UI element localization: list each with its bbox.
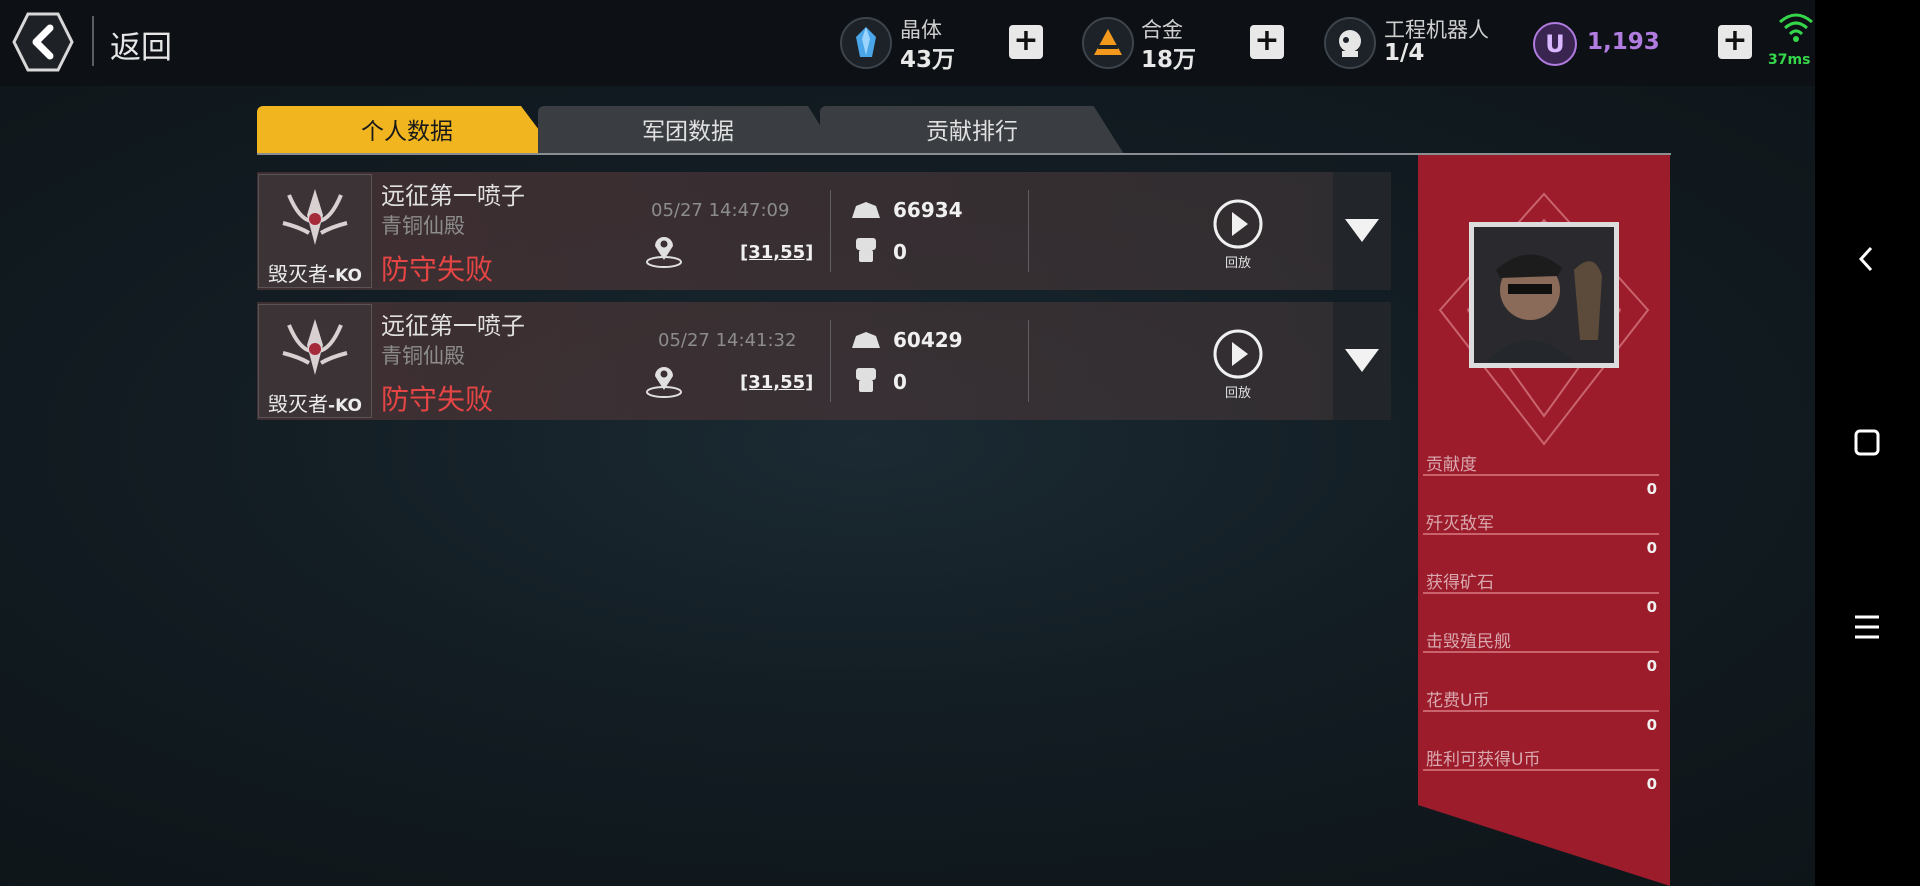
expand-dropdown-button[interactable] — [1333, 172, 1391, 290]
coordinate-link[interactable]: [31,55] — [740, 372, 813, 393]
unit-badge: 毁灭者-KO — [258, 304, 372, 418]
coordinate-link[interactable]: [31,55] — [740, 242, 813, 263]
replay-button[interactable] — [1212, 328, 1264, 384]
location-name: 青铜仙殿 — [381, 344, 465, 368]
wifi-icon — [1778, 12, 1814, 48]
triangle-down-icon — [1345, 219, 1379, 242]
replay-label: 回放 — [1224, 386, 1251, 401]
battle-result: 防守失败 — [381, 383, 494, 416]
stat-value: 0 — [1646, 598, 1657, 616]
stat-label: 获得矿石 — [1426, 573, 1494, 593]
stat-divider — [1423, 474, 1659, 476]
stat-value: 0 — [1646, 480, 1657, 498]
divider — [1028, 190, 1029, 272]
location-pin-icon — [645, 364, 683, 402]
battle-result: 防守失败 — [381, 253, 494, 286]
player-name: 远征第一喷子 — [381, 312, 525, 340]
tab-personal-data[interactable]: 个人数据 — [257, 106, 557, 154]
stat-divider — [1423, 651, 1659, 653]
stat-divider — [1423, 592, 1659, 594]
battle-time: 05/27 14:47:09 — [651, 200, 790, 221]
divider — [830, 320, 831, 402]
system-menu-button[interactable] — [1849, 612, 1885, 646]
square-icon — [1854, 429, 1880, 456]
location-name: 青铜仙殿 — [381, 214, 465, 238]
unit-badge: 毁灭者-KO — [258, 174, 372, 288]
fist-icon — [853, 364, 879, 398]
system-nav-bar — [1815, 0, 1920, 886]
resource-value: 18万 — [1141, 47, 1197, 73]
resource-value: 1/4 — [1384, 40, 1425, 66]
spider-emblem-icon — [282, 319, 348, 375]
stat-value: 0 — [1646, 657, 1657, 675]
spider-emblem-icon — [282, 189, 348, 245]
stat-value: 0 — [1646, 775, 1657, 793]
badge-label: 毁灭者-KO — [268, 262, 362, 286]
u-coin-value: 1,193 — [1587, 29, 1660, 55]
u-coin-icon: U — [1533, 22, 1577, 66]
divider — [92, 16, 94, 66]
add-ucoin-button[interactable]: + — [1718, 25, 1752, 59]
ping-value: 37ms — [1768, 52, 1811, 68]
chevron-left-icon — [1858, 246, 1873, 272]
stat-divider — [1423, 533, 1659, 535]
tab-underline — [257, 153, 1671, 155]
stat-value: 0 — [1646, 539, 1657, 557]
stat-label: 击毁殖民舰 — [1426, 632, 1511, 652]
menu-icon — [1855, 615, 1879, 639]
back-arrow-icon — [12, 12, 74, 72]
stat-label: 贡献度 — [1426, 455, 1477, 475]
fist-value: 0 — [893, 370, 907, 394]
crystal-icon — [840, 17, 892, 69]
triangle-down-icon — [1345, 349, 1379, 372]
system-back-button[interactable] — [1849, 244, 1885, 278]
stat-divider — [1423, 769, 1659, 771]
location-pin-icon — [645, 234, 683, 272]
back-button[interactable] — [12, 10, 74, 74]
expand-dropdown-button[interactable] — [1333, 302, 1391, 420]
power-icon — [850, 328, 882, 354]
tab-legion-data[interactable]: 军团数据 — [538, 106, 838, 154]
power-value: 66934 — [893, 198, 963, 222]
commander-portrait-frame — [1434, 190, 1654, 454]
fist-icon — [853, 234, 879, 268]
power-value: 60429 — [893, 328, 963, 352]
replay-button[interactable] — [1212, 198, 1264, 254]
replay-label: 回放 — [1224, 256, 1251, 271]
resource-value: 43万 — [900, 47, 956, 73]
play-icon — [1213, 329, 1263, 379]
player-name: 远征第一喷子 — [381, 182, 525, 210]
add-crystal-button[interactable]: + — [1009, 25, 1043, 59]
badge-label: 毁灭者-KO — [268, 392, 362, 416]
commander-avatar — [1438, 192, 1650, 446]
stat-label: 胜利可获得U币 — [1426, 750, 1541, 770]
stat-value: 0 — [1646, 716, 1657, 734]
add-alloy-button[interactable]: + — [1250, 25, 1284, 59]
divider — [830, 190, 831, 272]
system-home-button[interactable] — [1849, 428, 1885, 462]
back-label[interactable]: 返回 — [110, 22, 172, 67]
divider — [1028, 320, 1029, 402]
power-icon — [850, 198, 882, 224]
robot-icon — [1324, 17, 1376, 69]
stat-label: 花费U币 — [1426, 691, 1490, 711]
tab-contribution-ranking[interactable]: 贡献排行 — [820, 106, 1124, 154]
fist-value: 0 — [893, 240, 907, 264]
stat-label: 歼灭敌军 — [1426, 514, 1494, 534]
play-icon — [1213, 199, 1263, 249]
top-bar: 返回 晶体 43万 + 合金 18万 + 工程机器人 1/4 U 1,193 +… — [0, 0, 1815, 86]
battle-time: 05/27 14:41:32 — [658, 330, 797, 351]
stat-divider — [1423, 710, 1659, 712]
alloy-icon — [1082, 17, 1134, 69]
